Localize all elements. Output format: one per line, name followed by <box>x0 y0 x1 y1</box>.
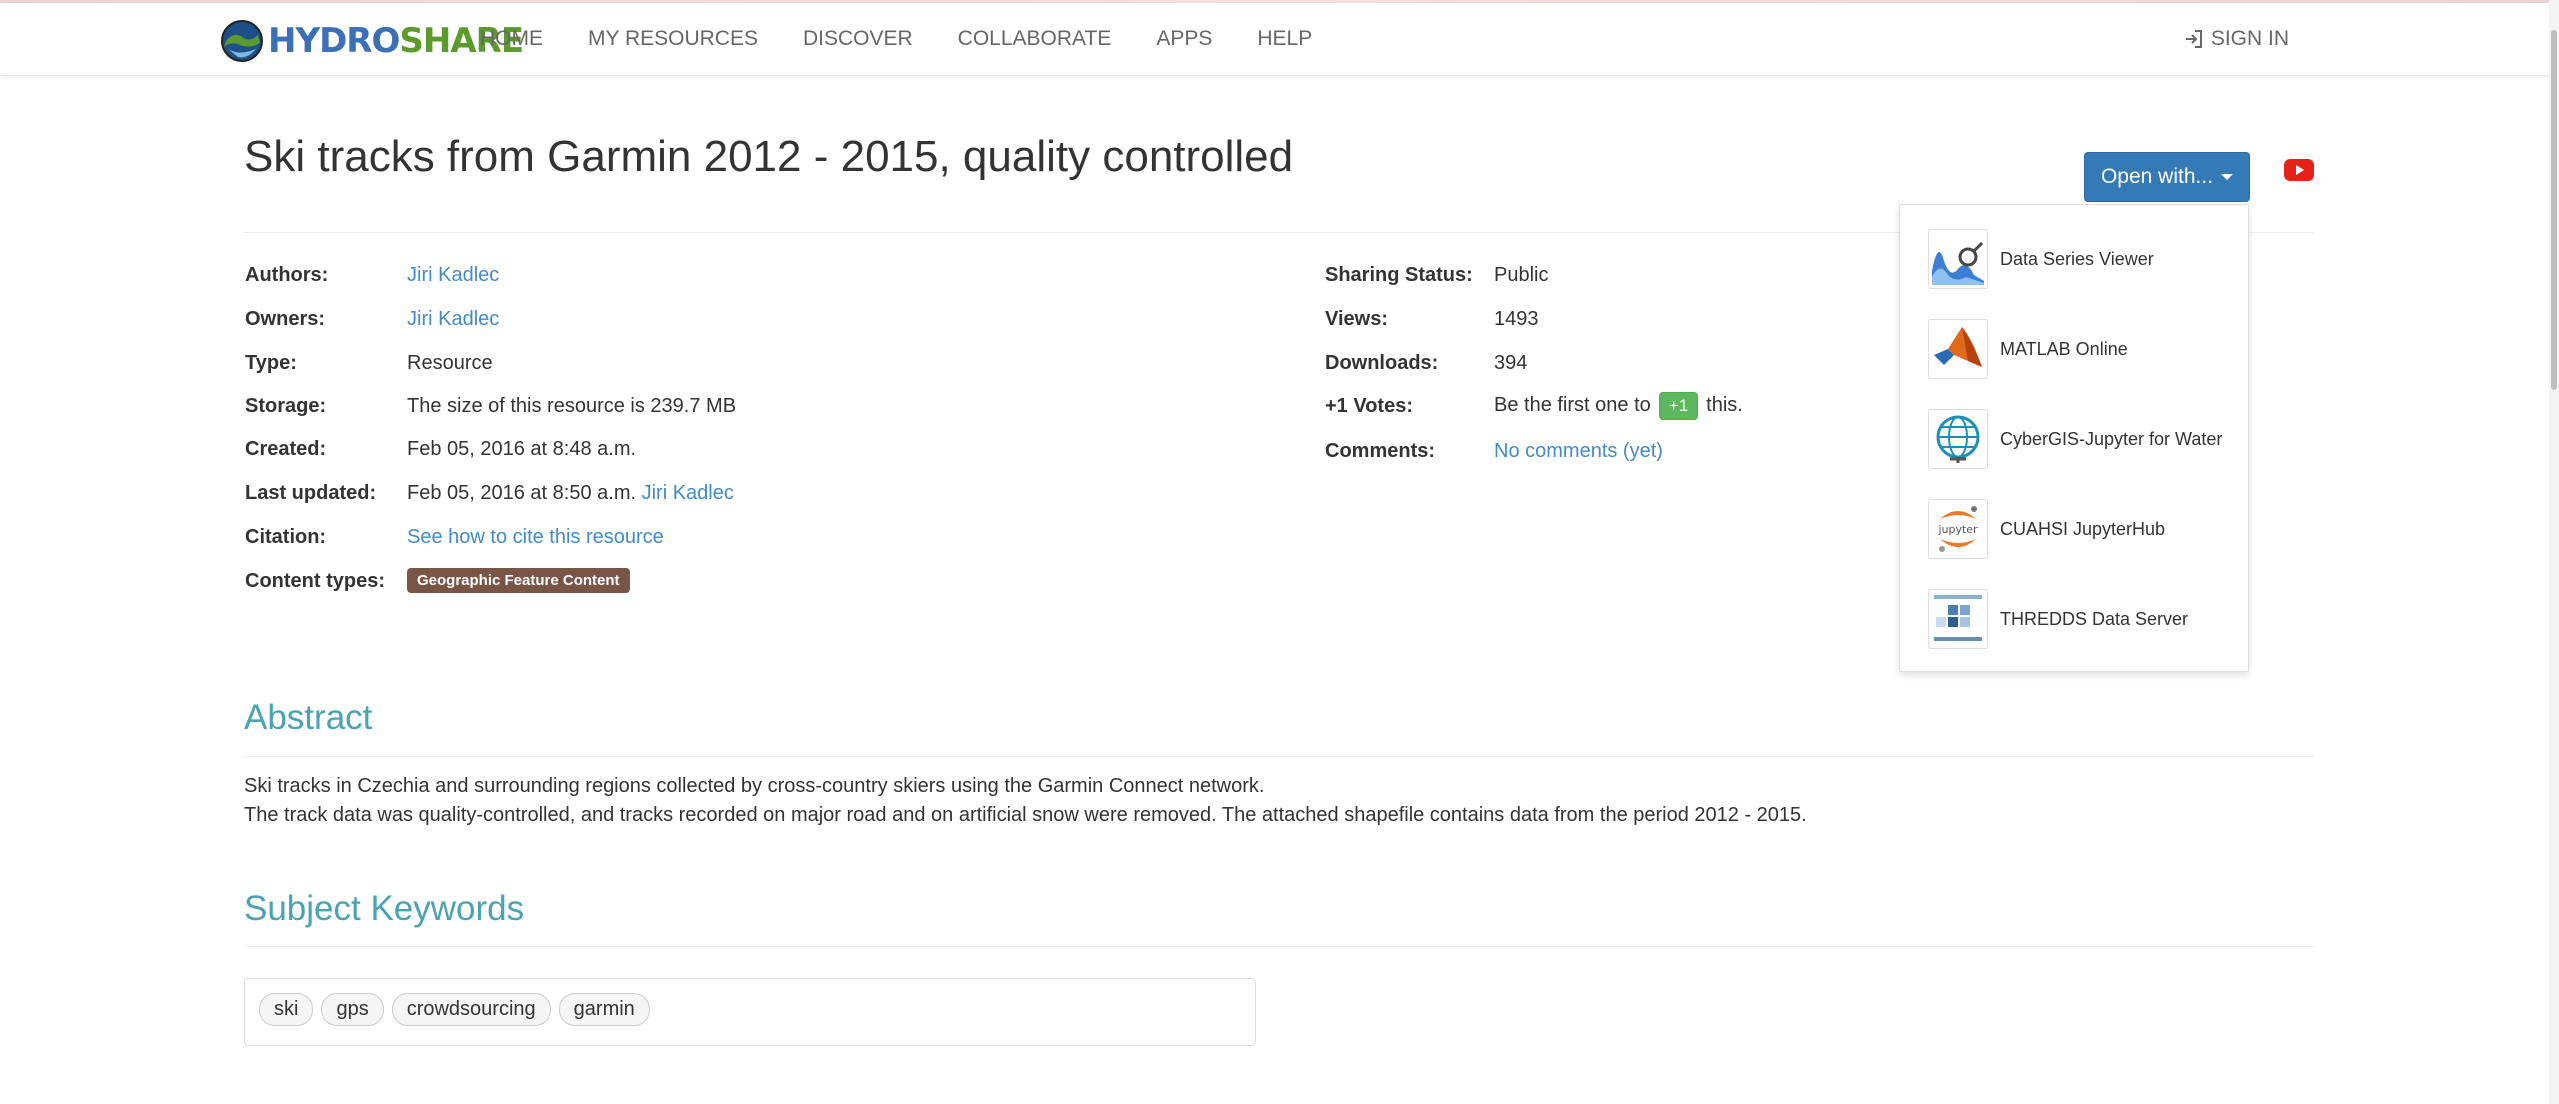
keyword-tag[interactable]: gps <box>321 993 384 1026</box>
youtube-icon[interactable] <box>2284 159 2314 181</box>
thredds-label: THREDDS Data Server <box>2000 608 2189 629</box>
keyword-tag[interactable]: crowdsourcing <box>391 993 551 1026</box>
nav-help[interactable]: HELP <box>1257 27 1312 51</box>
main-nav: HOME MY RESOURCES DISCOVER COLLABORATE A… <box>480 3 1357 75</box>
keywords-divider <box>244 946 2314 947</box>
meta-type-value: Resource <box>407 352 493 374</box>
meta-votes-key: +1 Votes: <box>1325 395 1413 417</box>
open-with-data-series-viewer[interactable]: Data Series Viewer <box>1928 229 2154 289</box>
votes-post-text: this. <box>1706 394 1743 416</box>
nav-collaborate[interactable]: COLLABORATE <box>958 27 1112 51</box>
updated-by-link[interactable]: Jiri Kadlec <box>642 482 734 504</box>
meta-created-value: Feb 05, 2016 at 8:48 a.m. <box>407 438 637 460</box>
cybergis-label: CyberGIS-Jupyter for Water <box>2000 428 2223 449</box>
caret-down-icon <box>2221 174 2234 180</box>
meta-storage-value: The size of this resource is 239.7 MB <box>407 395 737 417</box>
abstract-line-1: Ski tracks in Czechia and surrounding re… <box>244 775 1265 797</box>
abstract-heading: Abstract <box>244 698 373 737</box>
meta-sharing-key: Sharing Status: <box>1325 264 1473 286</box>
citation-link[interactable]: See how to cite this resource <box>407 526 664 549</box>
owner-link[interactable]: Jiri Kadlec <box>407 308 499 331</box>
meta-updated-date: Feb 05, 2016 at 8:50 a.m. <box>407 482 637 504</box>
scrollbar-thumb[interactable] <box>2551 30 2557 390</box>
logo-hydro-text: HYDRO <box>268 21 400 61</box>
jupyter-icon-text: jupyter <box>1937 523 1978 536</box>
comments-link[interactable]: No comments (yet) <box>1494 440 1663 463</box>
meta-views-value: 1493 <box>1494 308 1539 330</box>
meta-votes-value: Be the first one to +1 this. <box>1494 392 1743 420</box>
open-with-cybergis-jupyter[interactable]: CyberGIS-Jupyter for Water <box>1928 409 2222 469</box>
sign-in-icon <box>2185 30 2202 48</box>
abstract-line-2: The track data was quality-controlled, a… <box>244 804 1807 826</box>
open-with-thredds-data-server[interactable]: THREDDS Data Server <box>1928 589 2188 649</box>
sign-in-link[interactable]: SIGN IN <box>2183 27 2289 51</box>
keyword-tag[interactable]: garmin <box>558 993 650 1026</box>
meta-views-key: Views: <box>1325 308 1388 330</box>
meta-citation-key: Citation: <box>245 526 327 548</box>
votes-pre-text: Be the first one to <box>1494 394 1651 416</box>
top-navbar: HYDROSHARE HOME MY RESOURCES DISCOVER CO… <box>0 3 2559 76</box>
nav-discover[interactable]: DISCOVER <box>803 27 913 51</box>
open-with-button[interactable]: Open with... <box>2084 152 2250 202</box>
cuahsi-jupyterhub-label: CUAHSI JupyterHub <box>2000 518 2166 539</box>
meta-downloads-key: Downloads: <box>1325 352 1439 374</box>
resource-title: Ski tracks from Garmin 2012 - 2015, qual… <box>244 132 1294 181</box>
content-type-badge-wrap: Geographic Feature Content <box>407 568 630 593</box>
meta-storage-key: Storage: <box>245 395 327 417</box>
meta-comments-key: Comments: <box>1325 440 1436 462</box>
matlab-icon <box>1928 319 1988 379</box>
abstract-divider <box>244 756 2314 757</box>
data-series-viewer-label: Data Series Viewer <box>2000 248 2154 269</box>
keyword-tag[interactable]: ski <box>259 993 314 1026</box>
meta-content-key: Content types: <box>245 570 385 592</box>
globe-logo-icon <box>221 20 263 62</box>
content-type-badge[interactable]: Geographic Feature Content <box>407 568 630 593</box>
meta-updated-key: Last updated: <box>245 482 377 504</box>
nav-my-resources[interactable]: MY RESOURCES <box>588 27 758 51</box>
page-scrollbar[interactable] <box>2549 0 2559 1104</box>
meta-created-key: Created: <box>245 438 327 460</box>
sign-in-label: SIGN IN <box>2210 27 2289 50</box>
cybergis-icon <box>1928 409 1988 469</box>
meta-updated-value: Feb 05, 2016 at 8:50 a.m. Jiri Kadlec <box>407 482 734 505</box>
keywords-heading: Subject Keywords <box>244 889 525 928</box>
meta-sharing-value: Public <box>1494 264 1549 286</box>
open-with-matlab-online[interactable]: MATLAB Online <box>1928 319 2128 379</box>
author-link[interactable]: Jiri Kadlec <box>407 264 499 287</box>
data-series-viewer-icon <box>1928 229 1988 289</box>
keywords-box: ski gps crowdsourcing garmin <box>244 978 1256 1046</box>
keywords-list: ski gps crowdsourcing garmin <box>259 993 658 1026</box>
nav-apps[interactable]: APPS <box>1156 27 1212 51</box>
meta-authors-key: Authors: <box>245 264 329 286</box>
plus-one-button[interactable]: +1 <box>1658 392 1699 420</box>
hydroshare-logo[interactable]: HYDROSHARE <box>220 18 524 64</box>
open-with-dropdown: Data Series Viewer MATLAB Online CyberGI… <box>1899 204 2249 672</box>
meta-owners-key: Owners: <box>245 308 326 330</box>
meta-type-key: Type: <box>245 352 297 374</box>
jupyter-icon: jupyter <box>1928 499 1988 559</box>
matlab-online-label: MATLAB Online <box>2000 338 2128 359</box>
open-with-cuahsi-jupyterhub[interactable]: jupyter CUAHSI JupyterHub <box>1928 499 2165 559</box>
nav-home[interactable]: HOME <box>480 27 543 51</box>
meta-downloads-value: 394 <box>1494 352 1528 374</box>
thredds-icon <box>1928 589 1988 649</box>
open-with-label: Open with... <box>2100 165 2214 188</box>
